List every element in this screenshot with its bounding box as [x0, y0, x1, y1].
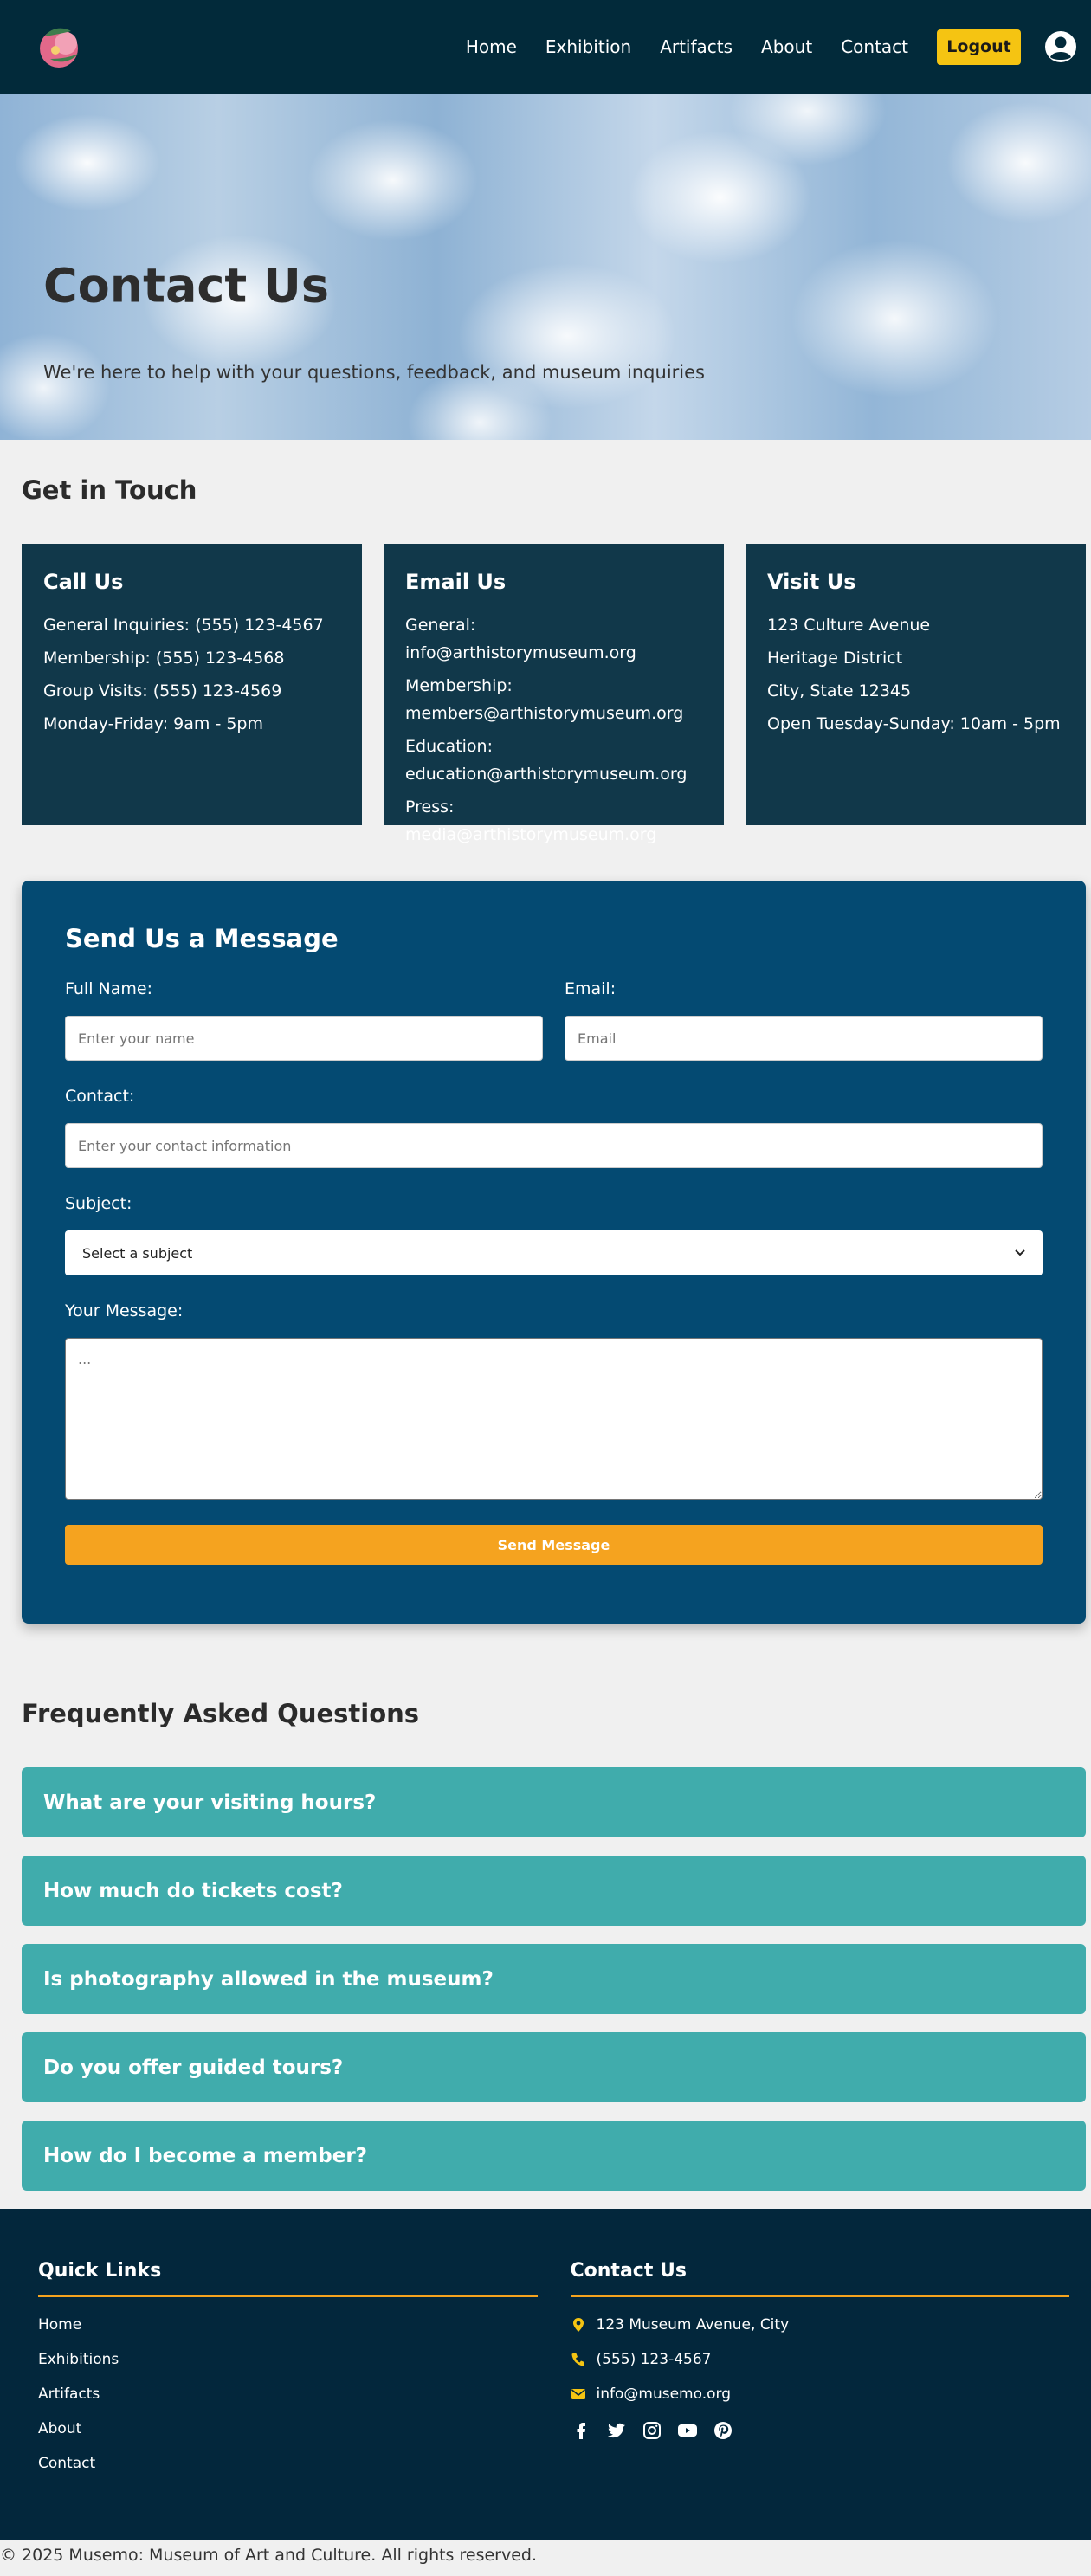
card-line: Education: education@arthistorymuseum.or…	[405, 737, 688, 784]
call-us-card: Call Us General Inquiries: (555) 123-456…	[22, 544, 362, 825]
contact-form: Send Us a Message Full Name: Email: Cont…	[22, 881, 1086, 1624]
footer-link-artifacts[interactable]: Artifacts	[38, 2386, 538, 2403]
footer-contact-column: Contact Us 123 Museum Avenue, City (555)…	[570, 2260, 1070, 2540]
footer-phone: (555) 123-4567	[571, 2351, 1070, 2368]
nav-menu: Home Exhibition Artifacts About Contact …	[466, 29, 1077, 65]
card-title: Call Us	[43, 570, 124, 594]
form-title: Send Us a Message	[65, 924, 339, 953]
get-in-touch-heading: Get in Touch	[22, 475, 197, 505]
twitter-icon[interactable]	[606, 2420, 627, 2441]
email-text: info@musemo.org	[596, 2386, 731, 2403]
contact-input[interactable]	[65, 1123, 1043, 1168]
message-textarea[interactable]	[65, 1338, 1043, 1500]
museum-logo[interactable]	[33, 19, 88, 74]
envelope-icon	[571, 2389, 585, 2399]
quick-links-heading: Quick Links	[38, 2260, 538, 2297]
footer-link-contact[interactable]: Contact	[38, 2455, 538, 2472]
card-line: General Inquiries: (555) 123-4567	[43, 616, 324, 635]
email-input[interactable]	[565, 1016, 1043, 1061]
full-name-label: Full Name:	[65, 979, 152, 998]
faq-item[interactable]: Do you offer guided tours?	[22, 2032, 1086, 2102]
hero-banner: Contact Us We're here to help with your …	[0, 94, 1091, 440]
email-us-card: Email Us General: info@arthistorymuseum.…	[384, 544, 724, 844]
page-title: Contact Us	[43, 258, 330, 313]
navbar: Home Exhibition Artifacts About Contact …	[0, 0, 1091, 94]
quick-links-column: Quick Links Home Exhibitions Artifacts A…	[38, 2260, 538, 2540]
map-marker-icon	[572, 2318, 584, 2332]
instagram-icon[interactable]	[642, 2420, 662, 2441]
facebook-icon[interactable]	[571, 2420, 591, 2441]
message-label: Your Message:	[65, 1301, 184, 1320]
card-title: Visit Us	[767, 570, 856, 594]
nav-link-about[interactable]: About	[761, 36, 812, 57]
nav-link-artifacts[interactable]: Artifacts	[660, 36, 733, 57]
nav-link-exhibition[interactable]: Exhibition	[546, 36, 631, 57]
faq-item[interactable]: What are your visiting hours?	[22, 1767, 1086, 1837]
card-title: Email Us	[405, 570, 507, 594]
footer-contact-heading: Contact Us	[570, 2260, 1069, 2297]
footer-address: 123 Museum Avenue, City	[571, 2316, 1070, 2334]
full-name-input[interactable]	[65, 1016, 543, 1061]
footer-link-exhibitions[interactable]: Exhibitions	[38, 2351, 538, 2368]
footer-link-about[interactable]: About	[38, 2420, 538, 2437]
social-links	[571, 2420, 1070, 2441]
faq-item[interactable]: How much do tickets cost?	[22, 1856, 1086, 1926]
footer-link-home[interactable]: Home	[38, 2316, 538, 2334]
card-line: Group Visits: (555) 123-4569	[43, 681, 282, 700]
address-text: 123 Museum Avenue, City	[596, 2316, 790, 2334]
nav-link-home[interactable]: Home	[466, 36, 517, 57]
logo-icon	[40, 28, 78, 68]
hero-subtitle: We're here to help with your questions, …	[43, 362, 705, 383]
send-message-button[interactable]: Send Message	[65, 1525, 1043, 1565]
card-line: City, State 12345	[767, 681, 912, 700]
subject-selected-value: Select a subject	[82, 1244, 193, 1262]
phone-icon	[571, 2353, 584, 2366]
copyright: © 2025 Musemo: Museum of Art and Culture…	[0, 2540, 1091, 2569]
pinterest-icon[interactable]	[713, 2420, 733, 2441]
card-line: Heritage District	[767, 649, 903, 668]
card-line: Open Tuesday-Sunday: 10am - 5pm	[767, 714, 1061, 733]
visit-us-card: Visit Us 123 Culture Avenue Heritage Dis…	[746, 544, 1086, 825]
faq-list: What are your visiting hours? How much d…	[22, 1767, 1086, 2191]
card-line: Membership: (555) 123-4568	[43, 649, 285, 668]
email-label: Email:	[565, 979, 617, 998]
faq-heading: Frequently Asked Questions	[22, 1699, 420, 1728]
card-line: Press: media@arthistorymuseum.org	[405, 797, 657, 844]
card-line: 123 Culture Avenue	[767, 616, 931, 635]
youtube-icon[interactable]	[677, 2420, 698, 2441]
user-account-icon[interactable]	[1044, 30, 1077, 63]
contact-cards: Call Us General Inquiries: (555) 123-456…	[0, 544, 1091, 844]
card-line: Membership: members@arthistorymuseum.org	[405, 676, 684, 723]
footer-email: info@musemo.org	[571, 2386, 1070, 2403]
faq-item[interactable]: How do I become a member?	[22, 2121, 1086, 2191]
faq-item[interactable]: Is photography allowed in the museum?	[22, 1944, 1086, 2014]
phone-text: (555) 123-4567	[596, 2351, 712, 2368]
card-line: Monday-Friday: 9am - 5pm	[43, 714, 264, 733]
name-email-row: Full Name: Email:	[65, 979, 1043, 1087]
card-line: General: info@arthistorymuseum.org	[405, 616, 636, 662]
email-group: Email:	[565, 979, 1043, 1087]
footer: Quick Links Home Exhibitions Artifacts A…	[0, 2209, 1091, 2540]
contact-label: Contact:	[65, 1087, 135, 1106]
logout-button[interactable]: Logout	[937, 29, 1021, 65]
chevron-down-icon	[1015, 1249, 1025, 1256]
full-name-group: Full Name:	[65, 979, 543, 1087]
subject-select[interactable]: Select a subject	[65, 1230, 1043, 1275]
nav-link-contact[interactable]: Contact	[841, 36, 908, 57]
subject-label: Subject:	[65, 1194, 132, 1213]
